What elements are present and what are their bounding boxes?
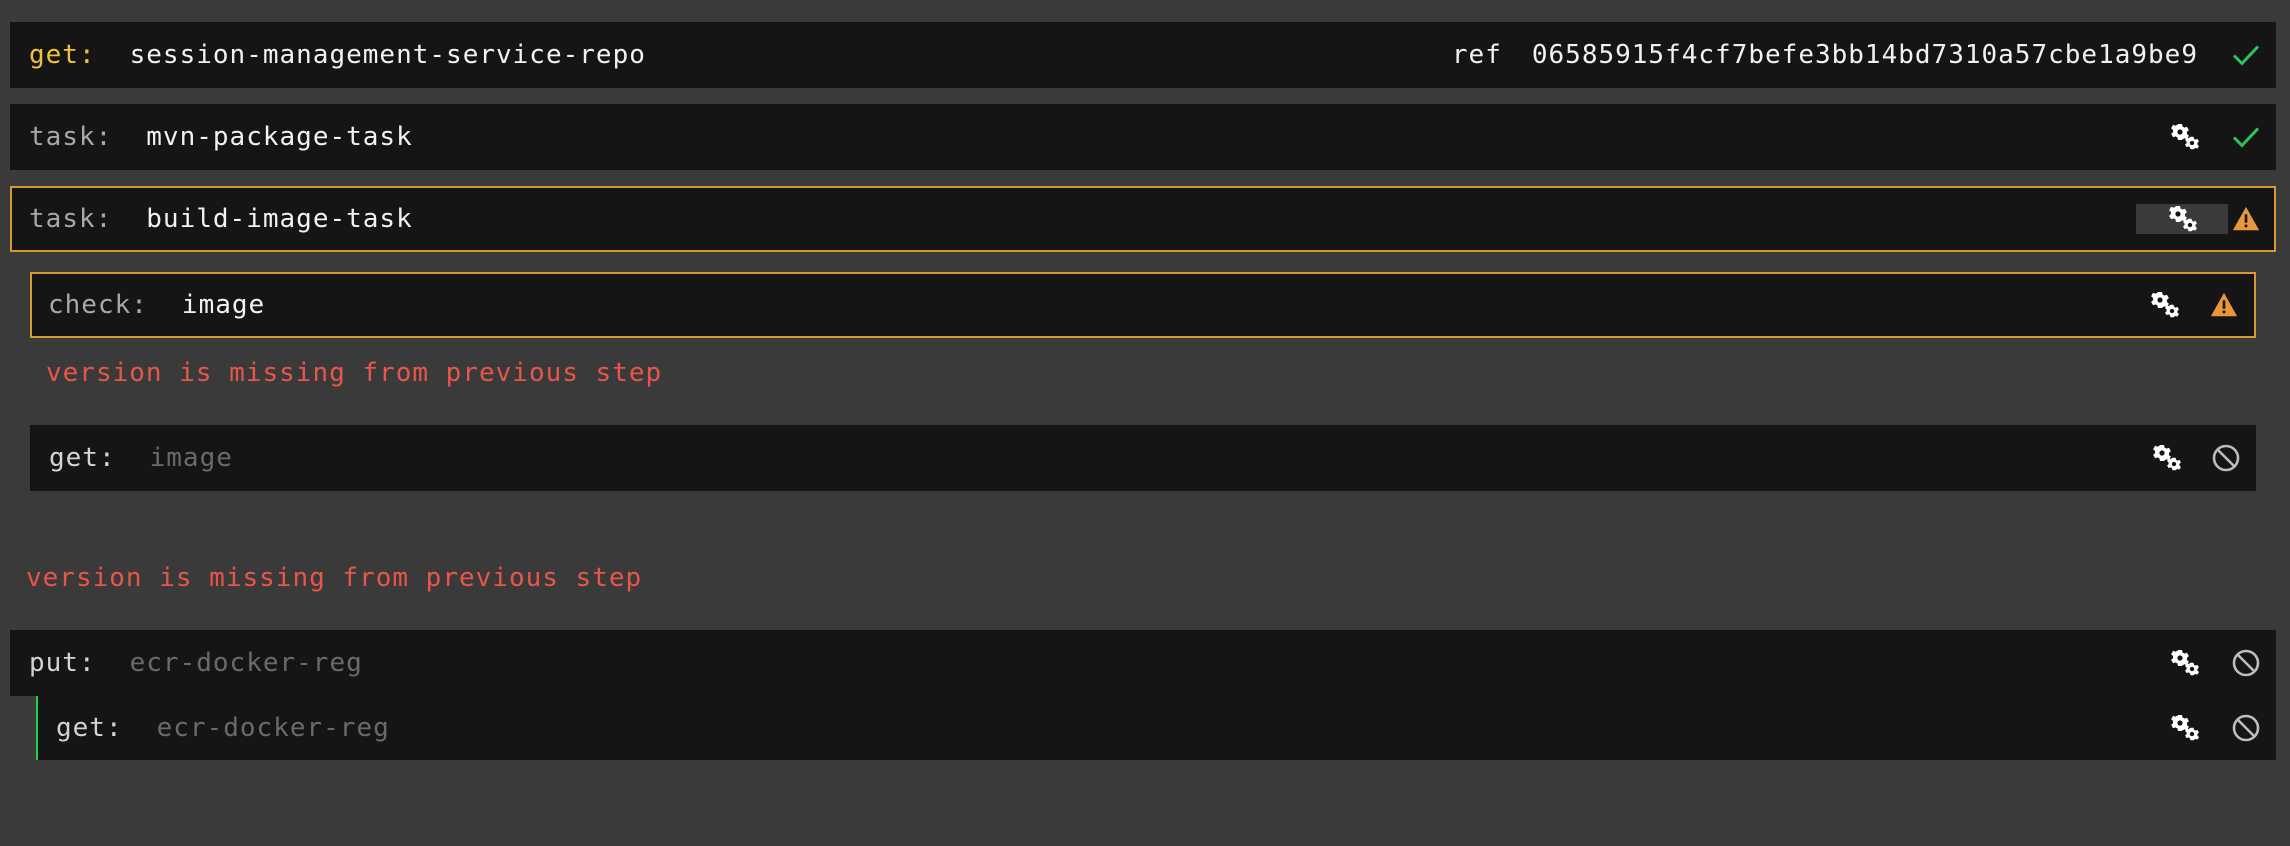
gears-icon[interactable] xyxy=(2150,442,2182,474)
step-keyword: task: xyxy=(29,122,113,152)
gears-icon[interactable] xyxy=(2148,289,2180,321)
step-name: ecr-docker-reg xyxy=(129,648,363,678)
ref-label: ref xyxy=(1451,40,1502,70)
step-keyword: put: xyxy=(29,648,96,678)
step-name: image xyxy=(149,443,233,473)
step-get-repo[interactable]: get: session-management-service-repo ref… xyxy=(10,22,2276,88)
warning-icon xyxy=(2230,203,2262,235)
step-keyword: get: xyxy=(56,713,123,743)
pipeline-build-view: get: session-management-service-repo ref… xyxy=(0,0,2290,846)
warning-icon xyxy=(2208,289,2240,321)
step-task-mvn-package[interactable]: task: mvn-package-task xyxy=(10,104,2276,170)
step-keyword: check: xyxy=(48,290,148,320)
step-name: session-management-service-repo xyxy=(129,40,646,70)
no-icon xyxy=(2230,647,2262,679)
gears-icon-button[interactable] xyxy=(2136,204,2228,234)
step-check-image[interactable]: check: image xyxy=(30,272,2256,338)
gears-icon xyxy=(2166,203,2198,235)
step-keyword: task: xyxy=(29,204,113,234)
check-icon xyxy=(2230,121,2262,153)
step-task-build-image[interactable]: task: build-image-task xyxy=(10,186,2276,252)
step-name: image xyxy=(181,290,266,320)
gears-icon[interactable] xyxy=(2168,647,2200,679)
no-icon xyxy=(2230,712,2262,744)
step-name: mvn-package-task xyxy=(146,122,413,152)
ref-value: 06585915f4cf7befe3bb14bd7310a57cbe1a9be9 xyxy=(1531,40,2198,70)
check-error-message: version is missing from previous step xyxy=(46,358,663,388)
step-get-image[interactable]: get: image xyxy=(30,425,2256,491)
gears-icon[interactable] xyxy=(2168,121,2200,153)
step-keyword: get: xyxy=(49,443,116,473)
step-keyword: get: xyxy=(29,40,96,70)
step-name: build-image-task xyxy=(146,204,413,234)
check-icon xyxy=(2230,39,2262,71)
step-get-ecr[interactable]: get: ecr-docker-reg xyxy=(36,696,2276,760)
build-error-message: version is missing from previous step xyxy=(26,563,643,593)
step-put-ecr[interactable]: put: ecr-docker-reg xyxy=(10,630,2276,696)
no-icon xyxy=(2210,442,2242,474)
step-name: ecr-docker-reg xyxy=(156,713,390,743)
nested-step-indicator xyxy=(36,696,38,760)
gears-icon[interactable] xyxy=(2168,712,2200,744)
